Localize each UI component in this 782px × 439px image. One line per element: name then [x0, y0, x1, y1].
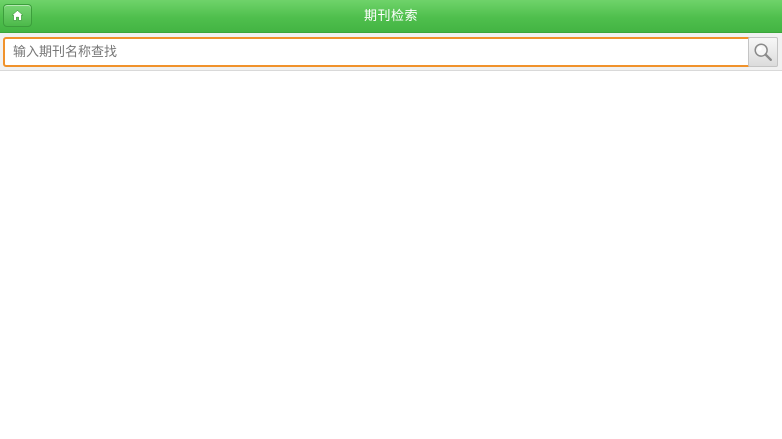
- app-window: 期刊检索: [0, 0, 782, 439]
- search-bar: [0, 33, 782, 71]
- top-header-bar: 期刊检索: [0, 0, 782, 33]
- search-input[interactable]: [3, 37, 751, 67]
- results-area: [0, 71, 782, 439]
- page-title: 期刊检索: [363, 9, 418, 24]
- search-button[interactable]: [748, 37, 778, 67]
- magnifier-icon: [754, 43, 772, 61]
